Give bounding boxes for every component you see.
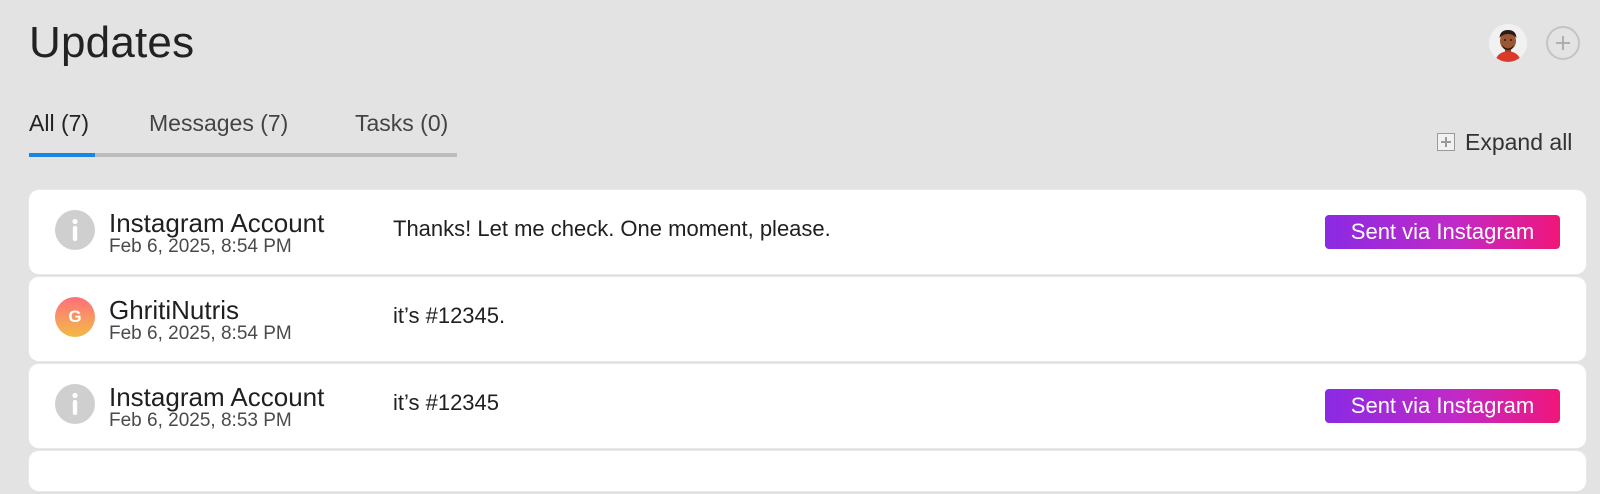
message-text: it’s #12345: [393, 390, 500, 415]
tab-all[interactable]: All (7): [29, 110, 89, 137]
message-text: Thanks! Let me check. One moment, please…: [393, 216, 831, 241]
user-avatar-icon: [1489, 24, 1527, 62]
expand-all-label: Expand all: [1465, 128, 1573, 155]
timestamp: Feb 6, 2025, 8:53 PM: [109, 410, 292, 431]
message-text: it’s #12345.: [393, 303, 506, 328]
channel-badge: Sent via Instagram: [1325, 389, 1560, 423]
update-row[interactable]: Instagram Account Feb 6, 2025, 8:54 PM T…: [29, 190, 1586, 274]
active-tab-indicator: [29, 153, 95, 157]
timestamp: Feb 6, 2025, 8:54 PM: [109, 236, 292, 257]
info-icon: [55, 384, 95, 424]
updates-list: Instagram Account Feb 6, 2025, 8:54 PM T…: [29, 190, 1586, 494]
tab-tasks[interactable]: Tasks (0): [355, 110, 448, 137]
sender-name: GhritiNutris: [109, 295, 240, 325]
user-avatar[interactable]: [1489, 24, 1527, 62]
tab-messages[interactable]: Messages (7): [149, 110, 288, 137]
update-row[interactable]: Instagram Account Feb 6, 2025, 8:53 PM i…: [29, 364, 1586, 448]
sender-name: Instagram Account: [109, 382, 325, 412]
page-title: Updates: [29, 18, 195, 67]
tab-bar: All (7) Messages (7) Tasks (0): [29, 105, 457, 157]
avatar: G: [55, 297, 95, 337]
plus-icon: [1556, 36, 1570, 50]
expand-square-icon: [1437, 133, 1455, 151]
update-row[interactable]: G GhritiNutris Feb 6, 2025, 8:54 PM it’s…: [29, 277, 1586, 361]
expand-all-button[interactable]: Expand all: [1437, 128, 1572, 156]
add-button[interactable]: [1546, 26, 1580, 60]
info-icon: [55, 210, 95, 250]
update-row[interactable]: [29, 451, 1586, 491]
channel-badge: Sent via Instagram: [1325, 215, 1560, 249]
timestamp: Feb 6, 2025, 8:54 PM: [109, 323, 292, 344]
sender-name: Instagram Account: [109, 208, 325, 238]
